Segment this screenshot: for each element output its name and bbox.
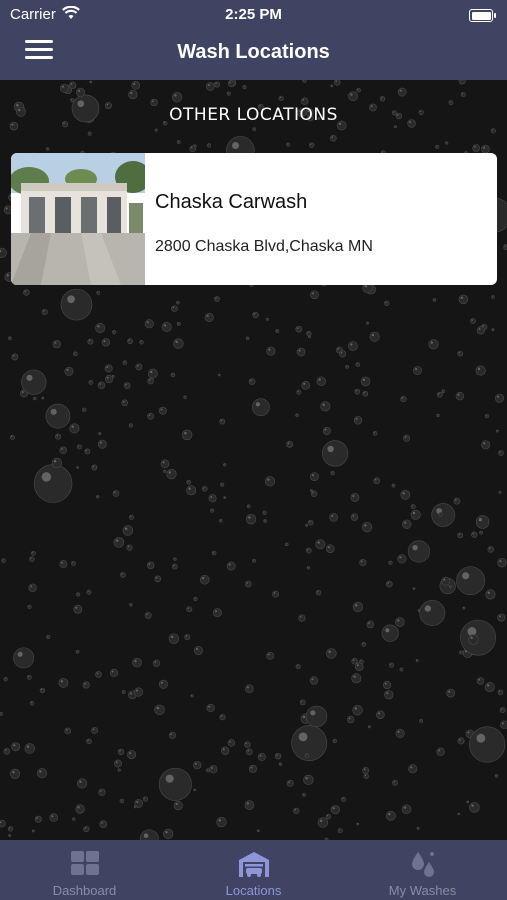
status-bar: Carrier 2:25 PM [0, 4, 507, 24]
garage-icon [238, 852, 269, 877]
clock: 2:25 PM [225, 6, 282, 23]
location-card[interactable]: Chaska Carwash 2800 Chaska Blvd,Chaska M… [11, 153, 497, 285]
page-title: Wash Locations [177, 41, 330, 63]
drops-icon [411, 852, 434, 877]
tab-locations[interactable]: Locations [169, 840, 338, 900]
navigation-bar: Carrier 2:25 PM Wash Locations [0, 0, 507, 80]
section-title: OTHER LOCATIONS [169, 105, 338, 125]
tab-label-dashboard: Dashboard [52, 883, 117, 898]
grid-icon [70, 851, 99, 875]
location-name: Chaska Carwash [155, 191, 308, 213]
tab-label-my-washes: My Washes [388, 883, 457, 898]
tab-my-washes[interactable]: My Washes [338, 840, 507, 900]
battery-icon [469, 9, 496, 22]
tab-dashboard[interactable]: Dashboard [0, 840, 169, 900]
location-photo [11, 153, 145, 285]
tab-label-locations: Locations [225, 883, 282, 898]
location-address: 2800 Chaska Blvd,Chaska MN [155, 238, 373, 255]
tab-bar: Dashboard Locations My Washes [0, 840, 507, 900]
